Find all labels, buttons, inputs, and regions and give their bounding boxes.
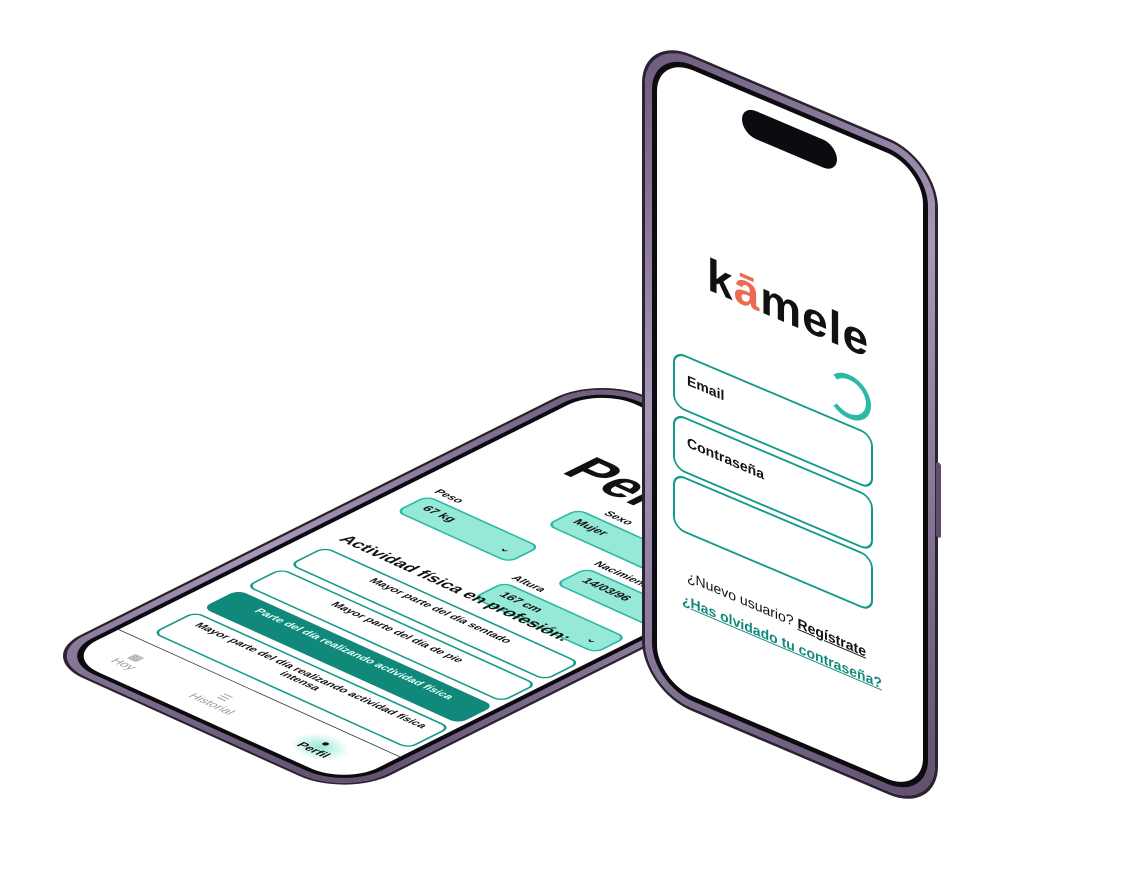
sexo-value: Mujer xyxy=(569,517,613,538)
chevron-down-icon: ⌄ xyxy=(495,544,516,555)
login-phone: kāmele Email Contraseña ¿Nuevo usuario? … xyxy=(645,38,941,812)
login-screen: kāmele Email Contraseña ¿Nuevo usuario? … xyxy=(657,55,923,795)
chevron-down-icon: ⌄ xyxy=(582,635,602,645)
nav-hoy[interactable]: ▦ Hoy xyxy=(107,650,152,672)
nav-historial[interactable]: ☰ Historial xyxy=(185,685,251,716)
nav-perfil[interactable]: ● Perfil xyxy=(278,727,362,767)
dynamic-island xyxy=(742,105,837,174)
peso-select[interactable]: 67 kg ⌄ xyxy=(394,495,542,564)
side-button xyxy=(936,461,941,539)
kamele-logo: kāmele xyxy=(707,246,871,428)
peso-value: 67 kg xyxy=(418,503,461,524)
